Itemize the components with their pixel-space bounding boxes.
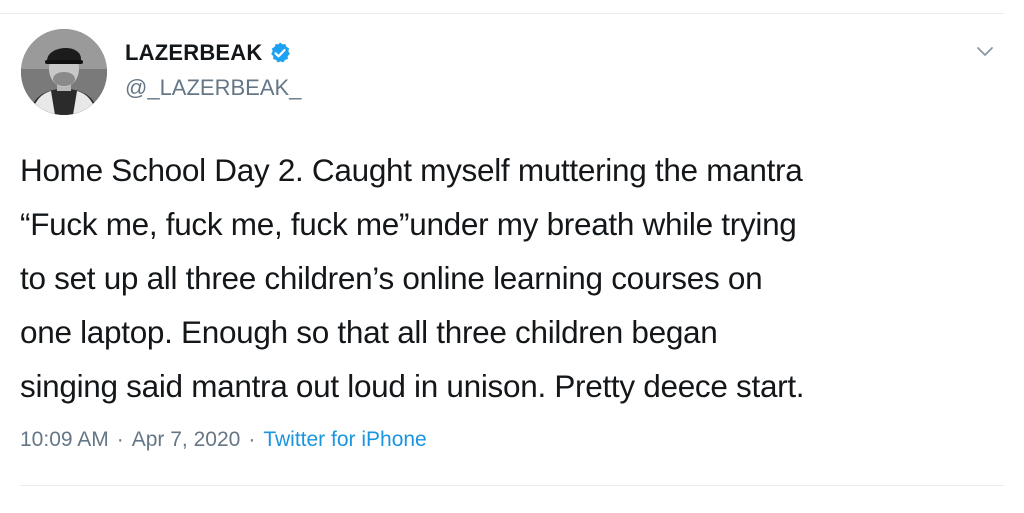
tweet-meta: 10:09 AM · Apr 7, 2020 · Twitter for iPh… <box>20 428 427 452</box>
verified-badge-icon <box>268 41 292 65</box>
meta-separator: · <box>248 428 256 451</box>
name-row: LAZERBEAK <box>125 38 292 68</box>
avatar-image <box>21 29 107 115</box>
tweet-line: singing said mantra out loud in unison. … <box>20 368 805 404</box>
tweet-line: “Fuck me, fuck me, fuck me”under my brea… <box>20 206 797 242</box>
avatar[interactable] <box>21 29 107 115</box>
tweet-line: one laptop. Enough so that all three chi… <box>20 314 718 350</box>
top-divider <box>0 13 1004 14</box>
display-name[interactable]: LAZERBEAK <box>125 40 262 66</box>
chevron-down-icon[interactable] <box>974 40 996 62</box>
bottom-divider <box>20 485 1004 486</box>
tweet-line: Home School Day 2. Caught myself mutteri… <box>20 152 803 188</box>
tweet-date[interactable]: Apr 7, 2020 <box>132 428 241 452</box>
meta-separator: · <box>116 428 124 451</box>
tweet-time[interactable]: 10:09 AM <box>20 428 109 452</box>
tweet-source-link[interactable]: Twitter for iPhone <box>263 428 426 452</box>
tweet-line: to set up all three children’s online le… <box>20 260 763 296</box>
user-handle[interactable]: @_LAZERBEAK_ <box>125 75 301 101</box>
tweet-text: Home School Day 2. Caught myself mutteri… <box>20 143 1005 413</box>
